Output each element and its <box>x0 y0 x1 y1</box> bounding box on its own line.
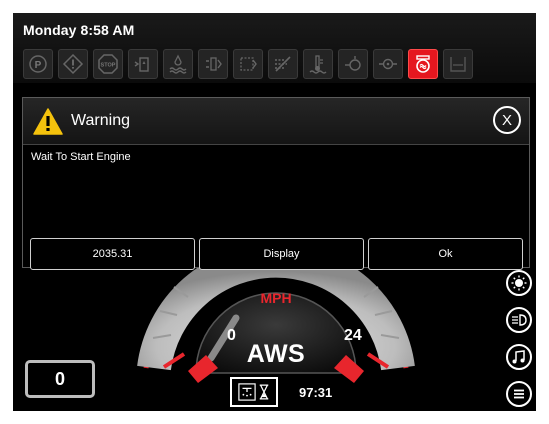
music-button[interactable] <box>506 344 532 370</box>
speed-unit: MPH <box>260 290 292 306</box>
timer-button[interactable] <box>230 377 278 407</box>
hourglass-icon <box>259 384 269 400</box>
spray-icon <box>238 383 256 401</box>
def-icon[interactable] <box>443 49 473 79</box>
timer-value: 97:31 <box>299 385 333 400</box>
headlight-button[interactable] <box>506 307 532 333</box>
coolant-temp-icon[interactable] <box>303 49 333 79</box>
menu-button[interactable] <box>506 381 532 407</box>
display-screen: Monday 8:58 AM P STOP MPH 0 24 AWS 0 97:… <box>13 13 536 411</box>
stop-icon[interactable]: STOP <box>93 49 123 79</box>
warning-diamond-icon[interactable] <box>58 49 88 79</box>
clock: Monday 8:58 AM <box>23 22 135 38</box>
dialog-message: Wait To Start Engine <box>31 151 131 163</box>
dialog-header: Warning X <box>23 98 529 145</box>
warning-dialog: Warning X Wait To Start Engine 2035.31 D… <box>22 97 530 270</box>
oil-icon[interactable] <box>338 49 368 79</box>
svg-text:STOP: STOP <box>101 63 116 69</box>
menu-icon <box>514 389 524 399</box>
gauge-max-label: 24 <box>344 327 362 344</box>
music-icon <box>512 350 525 364</box>
hydraulic-filter-icon[interactable] <box>233 49 263 79</box>
coolant-level-icon[interactable] <box>163 49 193 79</box>
brightness-icon <box>511 275 527 291</box>
wait-to-start-icon[interactable] <box>408 49 438 79</box>
warning-triangle-icon <box>33 108 63 135</box>
headlight-icon <box>512 314 527 326</box>
dialog-title: Warning <box>71 112 130 129</box>
value-button[interactable]: 2035.31 <box>30 238 195 270</box>
ok-button[interactable]: Ok <box>368 238 523 270</box>
hydraulic-icon[interactable] <box>198 49 228 79</box>
fuel-filter-icon[interactable] <box>128 49 158 79</box>
steering-mode-label: AWS <box>246 340 306 368</box>
display-button[interactable]: Display <box>199 238 364 270</box>
svg-text:P: P <box>35 60 42 71</box>
close-button[interactable]: X <box>493 106 521 134</box>
air-filter-icon[interactable] <box>268 49 298 79</box>
engine-oil-icon[interactable] <box>373 49 403 79</box>
status-bar: Monday 8:58 AM P STOP <box>13 13 536 83</box>
park-icon[interactable]: P <box>23 49 53 79</box>
indicator-row: P STOP <box>23 49 473 79</box>
brightness-button[interactable] <box>506 270 532 296</box>
counter-display[interactable]: 0 <box>25 360 95 398</box>
